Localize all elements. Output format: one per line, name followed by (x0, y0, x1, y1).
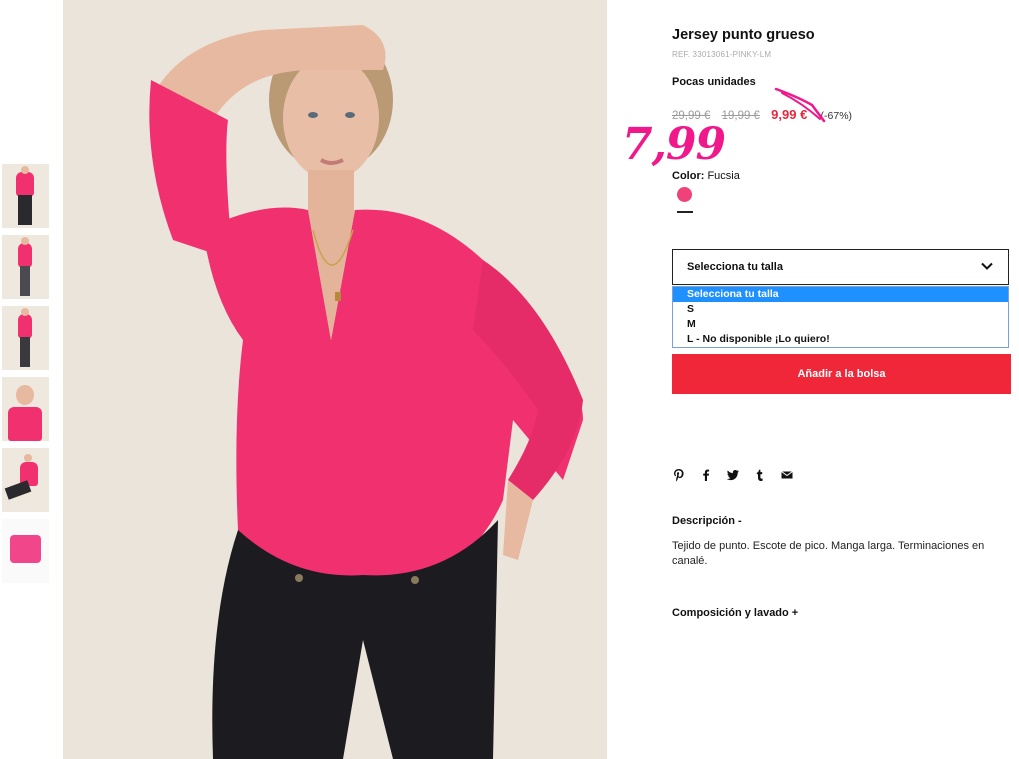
composition-toggle[interactable]: Composición y lavado + (672, 607, 798, 619)
pinterest-icon[interactable] (672, 468, 686, 482)
thumb-legs (20, 337, 30, 367)
product-title: Jersey punto grueso (672, 27, 815, 43)
thumb-sweater (10, 535, 41, 563)
thumb-figure (8, 407, 42, 441)
size-select[interactable]: Selecciona tu talla (672, 249, 1009, 285)
thumbnail-6[interactable] (2, 519, 49, 583)
size-select-label: Selecciona tu talla (687, 261, 783, 273)
handwritten-strike-mark (774, 87, 826, 123)
thumb-legs (4, 480, 32, 500)
color-label-key: Color: (672, 170, 705, 182)
thumb-legs (20, 266, 30, 296)
thumbnail-3[interactable] (2, 306, 49, 370)
thumb-head (21, 166, 29, 174)
thumbnail-1[interactable] (2, 164, 49, 228)
product-main-image[interactable] (63, 0, 607, 759)
price-previous: 19,99 € (721, 110, 760, 122)
share-icons (672, 468, 794, 482)
thumbnail-4[interactable] (2, 377, 49, 441)
thumb-legs (18, 195, 32, 225)
add-to-bag-button[interactable]: Añadir a la bolsa (672, 354, 1011, 394)
thumb-head (16, 385, 34, 405)
size-option-placeholder[interactable]: Selecciona tu talla (673, 287, 1008, 302)
size-option-m[interactable]: M (673, 317, 1008, 332)
swatch-selected-indicator (677, 211, 693, 213)
twitter-icon[interactable] (726, 468, 740, 482)
color-value: Fucsia (707, 170, 740, 182)
thumbnail-2[interactable] (2, 235, 49, 299)
size-dropdown-list: Selecciona tu talla S M L - No disponibl… (672, 286, 1009, 348)
tumblr-icon[interactable] (753, 468, 767, 482)
thumb-figure (16, 172, 34, 196)
color-label: Color: Fucsia (672, 170, 740, 182)
thumbnail-5[interactable] (2, 448, 49, 512)
thumb-figure (18, 314, 32, 338)
stock-status: Pocas unidades (672, 76, 756, 88)
size-option-l[interactable]: L - No disponible ¡Lo quiero! (673, 332, 1008, 347)
chevron-down-icon (980, 259, 994, 278)
model-photo (63, 0, 607, 759)
thumb-figure (18, 243, 32, 267)
color-swatch-fucsia[interactable] (677, 187, 692, 202)
handwritten-price: 7,99 (622, 119, 726, 170)
description-toggle[interactable]: Descripción - (672, 515, 742, 527)
product-ref: REF. 33013061-PINKY-LM (672, 50, 772, 59)
thumb-head (21, 237, 29, 245)
facebook-icon[interactable] (699, 468, 713, 482)
thumb-head (21, 308, 29, 316)
thumbnail-gallery (2, 164, 49, 590)
size-option-s[interactable]: S (673, 302, 1008, 317)
description-text: Tejido de punto. Escote de pico. Manga l… (672, 540, 985, 567)
thumb-head (24, 454, 32, 462)
mail-icon[interactable] (780, 468, 794, 482)
